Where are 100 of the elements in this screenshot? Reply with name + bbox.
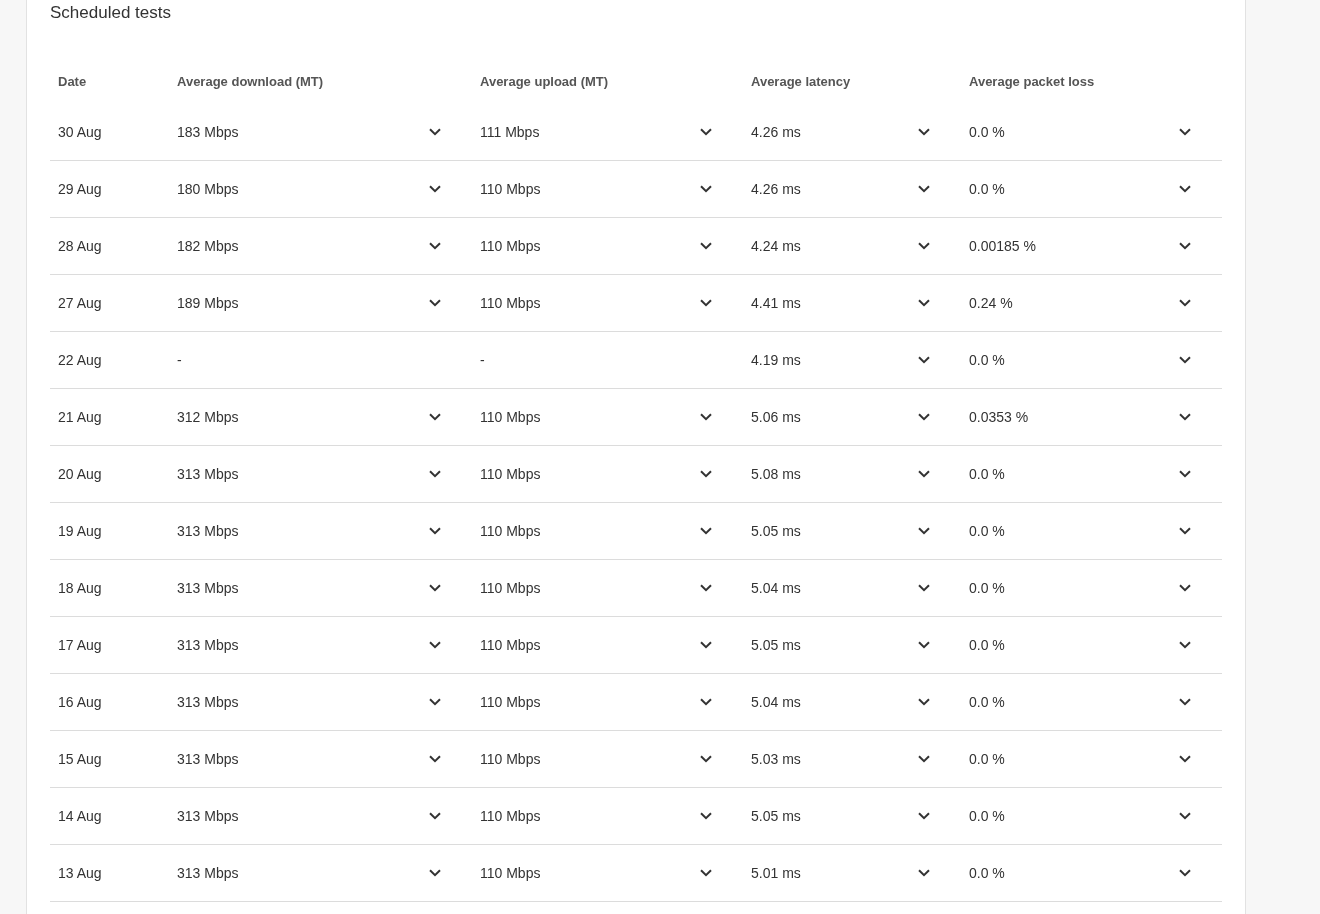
chevron-down-icon[interactable] bbox=[1179, 242, 1191, 250]
chevron-down-icon[interactable] bbox=[429, 812, 441, 820]
chevron-down-icon[interactable] bbox=[429, 584, 441, 592]
chevron-down-icon[interactable] bbox=[918, 356, 930, 364]
table-cell: 0.0 % bbox=[969, 637, 1005, 653]
chevron-down-icon[interactable] bbox=[700, 299, 712, 307]
chevron-down-icon[interactable] bbox=[918, 527, 930, 535]
chevron-down-icon[interactable] bbox=[1179, 128, 1191, 136]
chevron-down-icon[interactable] bbox=[1179, 413, 1191, 421]
table-cell: 110 Mbps bbox=[480, 808, 541, 824]
chevron-down-icon[interactable] bbox=[429, 242, 441, 250]
chevron-down-icon[interactable] bbox=[1179, 185, 1191, 193]
chevron-down-icon[interactable] bbox=[1179, 755, 1191, 763]
chevron-down-icon[interactable] bbox=[429, 527, 441, 535]
date-cell: 20 Aug bbox=[58, 466, 102, 482]
date-cell: 28 Aug bbox=[58, 238, 102, 254]
chevron-down-icon[interactable] bbox=[918, 185, 930, 193]
table-cell: 110 Mbps bbox=[480, 694, 541, 710]
chevron-down-icon[interactable] bbox=[429, 698, 441, 706]
chevron-down-icon[interactable] bbox=[700, 128, 712, 136]
chevron-down-icon[interactable] bbox=[918, 413, 930, 421]
column-header: Average latency bbox=[750, 73, 852, 89]
table-cell: 180 Mbps bbox=[177, 181, 239, 197]
table-cell: 182 Mbps bbox=[177, 238, 239, 254]
table-cell: 0.24 % bbox=[969, 295, 1013, 311]
chevron-down-icon[interactable] bbox=[700, 185, 712, 193]
chevron-down-icon[interactable] bbox=[429, 185, 441, 193]
chevron-down-icon[interactable] bbox=[1179, 812, 1191, 820]
table-cell: - bbox=[480, 352, 485, 368]
table-cell: 313 Mbps bbox=[177, 637, 239, 653]
date-cell: 22 Aug bbox=[58, 352, 102, 368]
chevron-down-icon[interactable] bbox=[700, 242, 712, 250]
chevron-down-icon[interactable] bbox=[1179, 299, 1191, 307]
date-cell: 29 Aug bbox=[58, 181, 102, 197]
table-cell: 0.0 % bbox=[969, 865, 1005, 881]
chevron-down-icon[interactable] bbox=[918, 755, 930, 763]
chevron-down-icon[interactable] bbox=[700, 869, 712, 877]
chevron-down-icon[interactable] bbox=[700, 755, 712, 763]
date-cell: 15 Aug bbox=[58, 751, 102, 767]
chevron-down-icon[interactable] bbox=[700, 812, 712, 820]
chevron-down-icon[interactable] bbox=[918, 812, 930, 820]
chevron-down-icon[interactable] bbox=[918, 584, 930, 592]
table-cell: 5.08 ms bbox=[751, 466, 801, 482]
table-cell: 313 Mbps bbox=[177, 694, 239, 710]
chevron-down-icon[interactable] bbox=[700, 413, 712, 421]
chevron-down-icon[interactable] bbox=[1179, 470, 1191, 478]
table-cell: 5.05 ms bbox=[751, 523, 801, 539]
chevron-down-icon[interactable] bbox=[918, 470, 930, 478]
chevron-down-icon[interactable] bbox=[1179, 698, 1191, 706]
chevron-down-icon[interactable] bbox=[1179, 356, 1191, 364]
date-cell: 13 Aug bbox=[58, 865, 102, 881]
date-cell: 21 Aug bbox=[58, 409, 102, 425]
chevron-down-icon[interactable] bbox=[1179, 869, 1191, 877]
table-cell: 312 Mbps bbox=[177, 409, 239, 425]
table-cell: 0.0 % bbox=[969, 694, 1005, 710]
chevron-down-icon[interactable] bbox=[429, 413, 441, 421]
chevron-down-icon[interactable] bbox=[700, 698, 712, 706]
date-cell: 14 Aug bbox=[58, 808, 102, 824]
chevron-down-icon[interactable] bbox=[918, 299, 930, 307]
chevron-down-icon[interactable] bbox=[918, 242, 930, 250]
chevron-down-icon[interactable] bbox=[700, 584, 712, 592]
table-cell: 4.19 ms bbox=[751, 352, 801, 368]
chevron-down-icon[interactable] bbox=[429, 299, 441, 307]
chevron-down-icon[interactable] bbox=[429, 755, 441, 763]
chevron-down-icon[interactable] bbox=[429, 470, 441, 478]
table-cell: 0.0 % bbox=[969, 466, 1005, 482]
table-cell: 4.24 ms bbox=[751, 238, 801, 254]
chevron-down-icon[interactable] bbox=[429, 128, 441, 136]
table-cell: 0.00185 % bbox=[969, 238, 1036, 254]
chevron-down-icon[interactable] bbox=[918, 698, 930, 706]
table-cell: 0.0 % bbox=[969, 751, 1005, 767]
column-header: Average upload (MT) bbox=[479, 73, 610, 89]
table-cell: - bbox=[177, 352, 182, 368]
chevron-down-icon[interactable] bbox=[918, 128, 930, 136]
column-header: Date bbox=[57, 73, 88, 89]
chevron-down-icon[interactable] bbox=[1179, 527, 1191, 535]
table-cell: 5.01 ms bbox=[751, 865, 801, 881]
chevron-down-icon[interactable] bbox=[700, 470, 712, 478]
date-cell: 27 Aug bbox=[58, 295, 102, 311]
table-cell: 4.26 ms bbox=[751, 181, 801, 197]
chevron-down-icon[interactable] bbox=[429, 641, 441, 649]
table-cell: 0.0 % bbox=[969, 523, 1005, 539]
table-cell: 110 Mbps bbox=[480, 865, 541, 881]
table-cell: 5.06 ms bbox=[751, 409, 801, 425]
chevron-down-icon[interactable] bbox=[1179, 584, 1191, 592]
table-cell: 111 Mbps bbox=[480, 124, 540, 140]
chevron-down-icon[interactable] bbox=[1179, 641, 1191, 649]
chevron-down-icon[interactable] bbox=[429, 869, 441, 877]
date-cell: 17 Aug bbox=[58, 637, 102, 653]
table-cell: 5.05 ms bbox=[751, 637, 801, 653]
table-cell: 0.0 % bbox=[969, 352, 1005, 368]
column-header: Average download (MT) bbox=[176, 73, 325, 89]
table-cell: 0.0 % bbox=[969, 580, 1005, 596]
chevron-down-icon[interactable] bbox=[700, 641, 712, 649]
chevron-down-icon[interactable] bbox=[918, 869, 930, 877]
chevron-down-icon[interactable] bbox=[700, 527, 712, 535]
table-cell: 0.0 % bbox=[969, 181, 1005, 197]
table-cell: 110 Mbps bbox=[480, 409, 541, 425]
chevron-down-icon[interactable] bbox=[918, 641, 930, 649]
table-cell: 110 Mbps bbox=[480, 181, 541, 197]
